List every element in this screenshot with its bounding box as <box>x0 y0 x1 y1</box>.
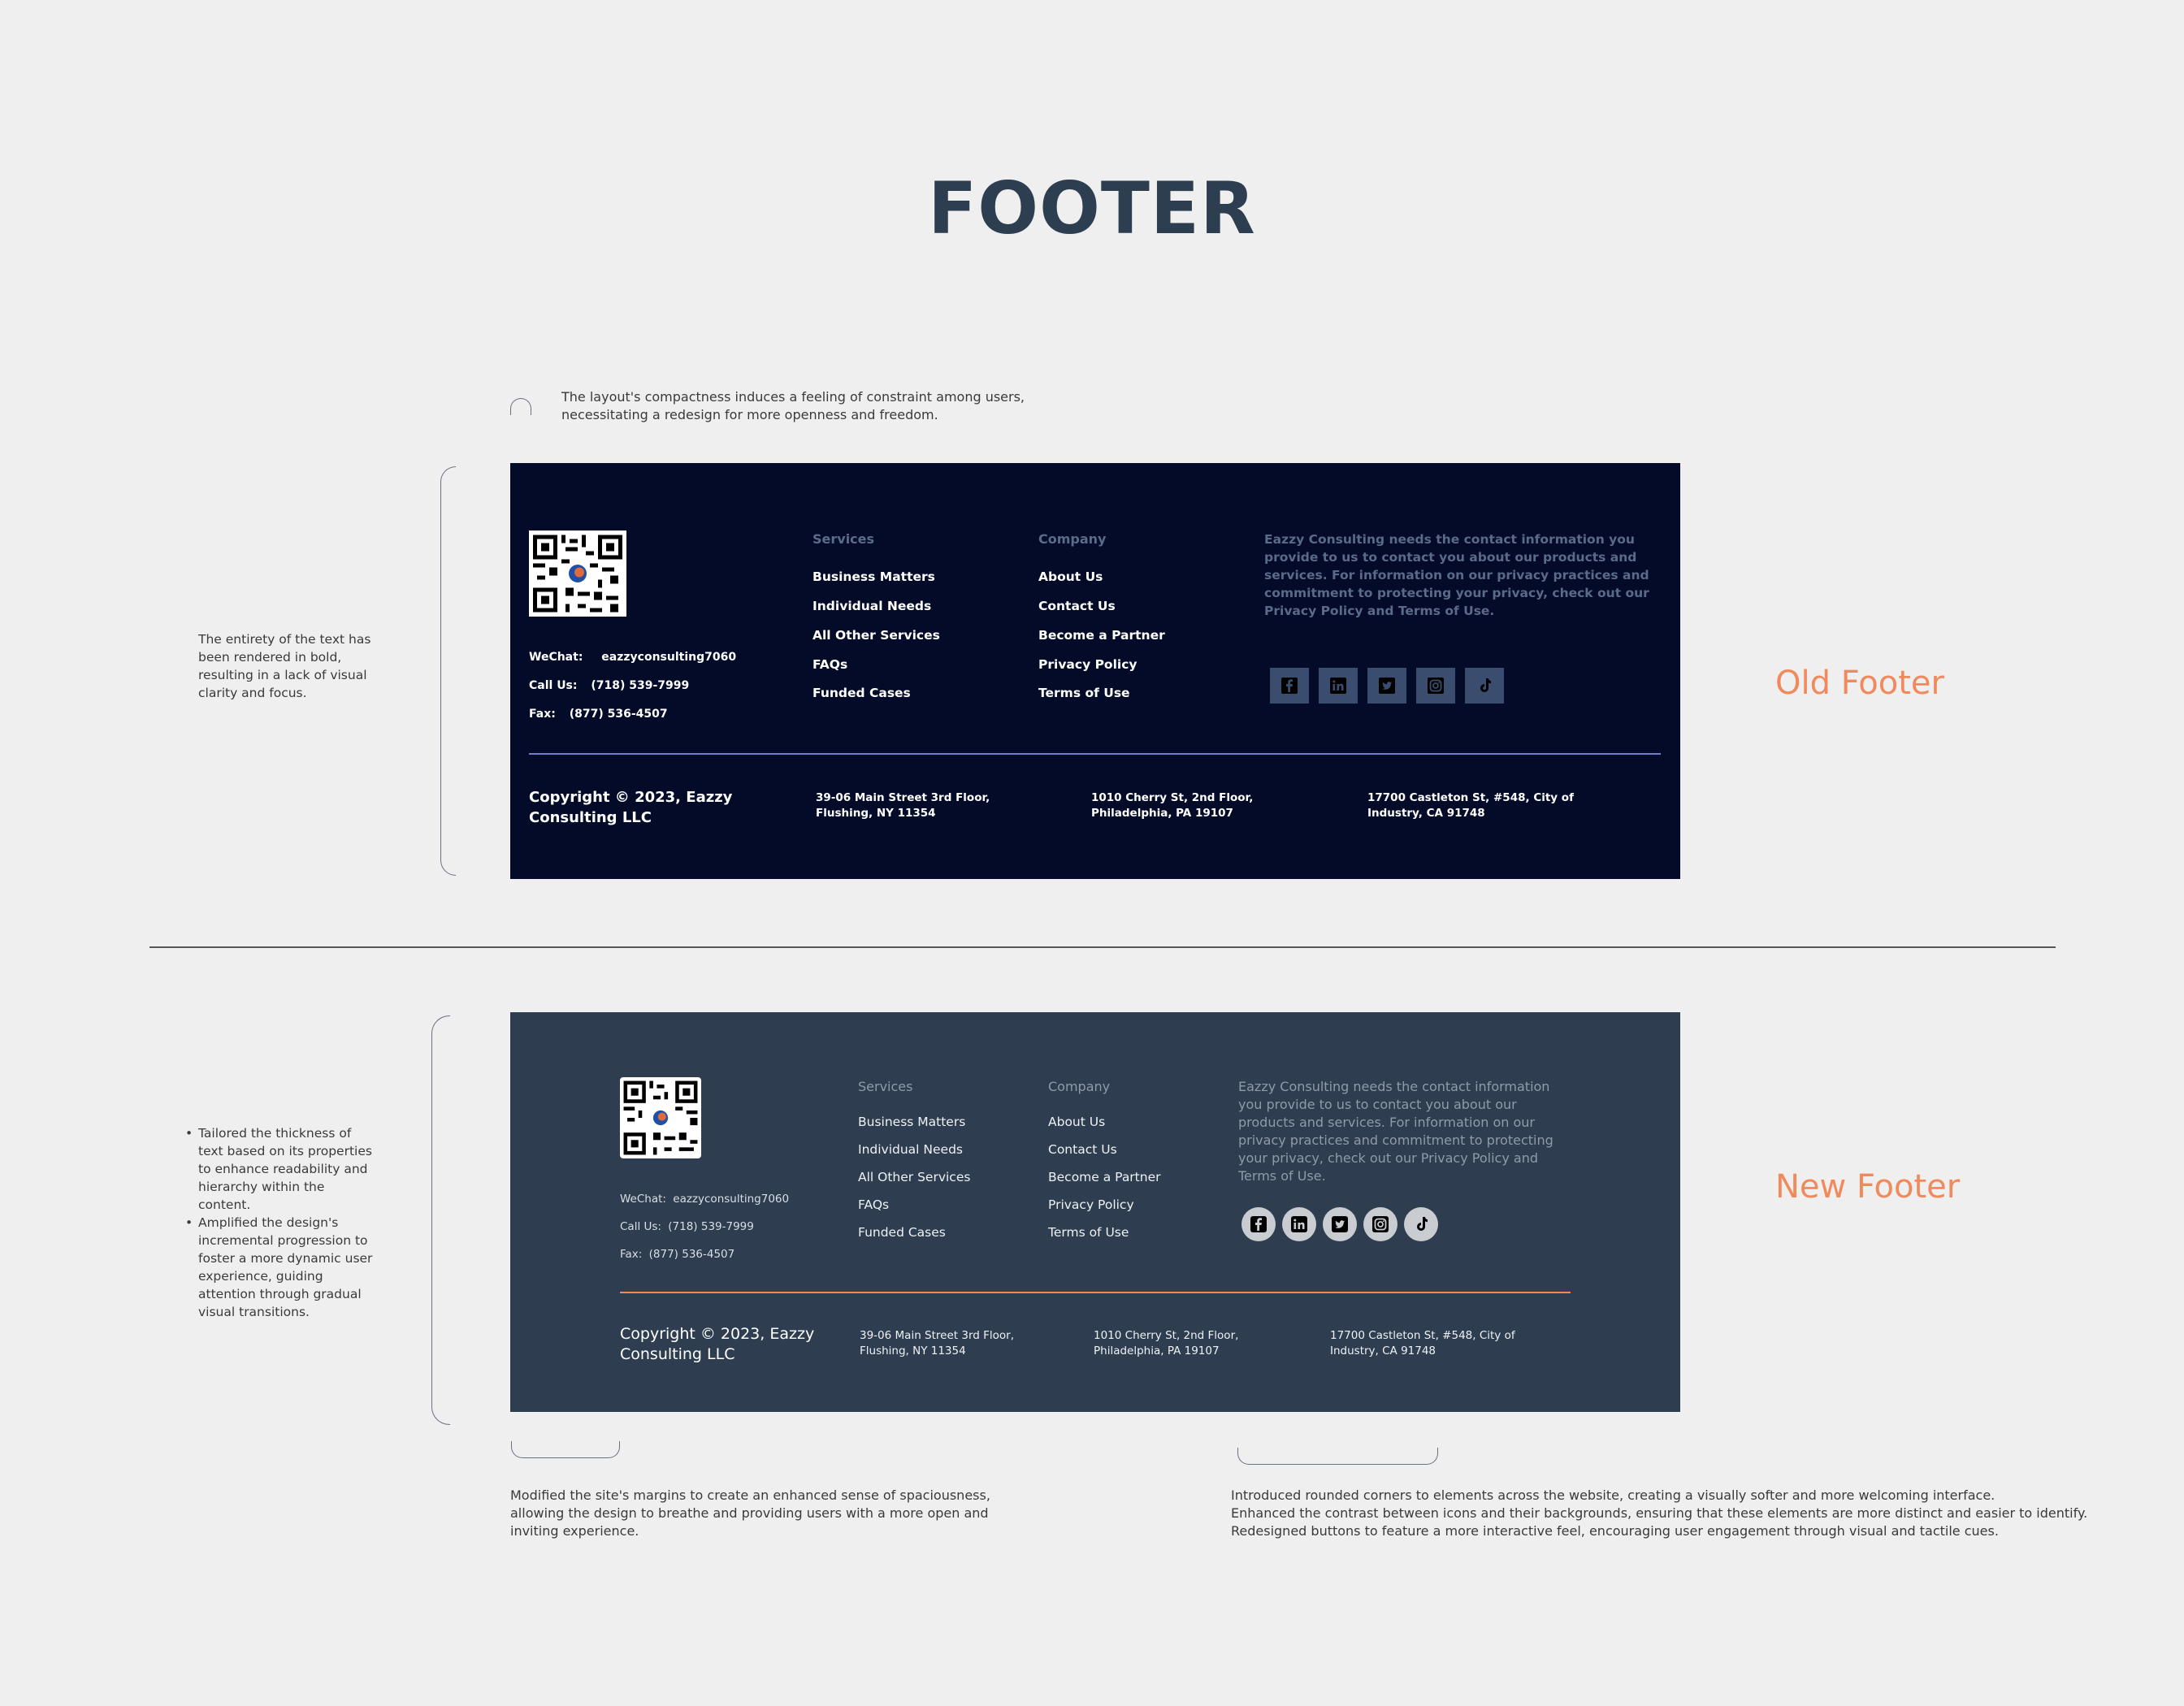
note-bullets: • Tailored the thickness of text based o… <box>185 1124 372 1321</box>
phone-line: Call Us: (718) 539-7999 <box>529 679 690 692</box>
address: 1010 Cherry St, 2nd Floor, Philadelphia,… <box>1091 791 1254 820</box>
services-link[interactable]: Individual Needs <box>858 1142 963 1157</box>
company-link[interactable]: Become a Partner <box>1048 1170 1161 1184</box>
phone-line: Call Us: (718) 539-7999 <box>620 1220 754 1233</box>
company-link[interactable]: Contact Us <box>1038 599 1116 613</box>
note-corners: Introduced rounded corners to elements a… <box>1231 1487 2088 1539</box>
services-link[interactable]: Business Matters <box>812 569 935 584</box>
address: 1010 Cherry St, 2nd Floor, Philadelphia,… <box>1094 1329 1239 1357</box>
old-footer: WeChat: eazzyconsulting7060 Call Us: (71… <box>510 463 1680 879</box>
address: 17700 Castleton St, #548, City of Indust… <box>1330 1329 1515 1357</box>
services-link[interactable]: FAQs <box>858 1197 889 1212</box>
annotation-bracket <box>510 398 531 415</box>
wechat-line: WeChat: eazzyconsulting7060 <box>529 651 737 664</box>
copyright: Copyright © 2023, Eazzy Consulting LLC <box>529 789 733 826</box>
twitter-icon[interactable] <box>1323 1207 1357 1241</box>
bullet-item: • Amplified the design's incremental pro… <box>185 1215 373 1319</box>
company-link[interactable]: Privacy Policy <box>1038 657 1138 672</box>
fax-line: Fax: (877) 536-4507 <box>529 708 668 721</box>
instagram-icon[interactable] <box>1363 1207 1398 1241</box>
address: 17700 Castleton St, #548, City of Indust… <box>1367 791 1574 820</box>
company-link[interactable]: Terms of Use <box>1038 686 1130 700</box>
note-compactness: The layout's compactness induces a feeli… <box>561 389 1025 422</box>
annotation-bracket <box>1237 1448 1438 1465</box>
page-title: FOOTER <box>928 167 1256 250</box>
new-footer: WeChat: eazzyconsulting7060 Call Us: (71… <box>510 1012 1680 1412</box>
services-heading: Services <box>812 531 875 547</box>
company-heading: Company <box>1048 1079 1111 1094</box>
instagram-icon[interactable] <box>1416 668 1455 704</box>
services-heading: Services <box>858 1079 913 1094</box>
tiktok-icon[interactable] <box>1465 668 1504 704</box>
qr-code <box>620 1077 701 1158</box>
annotation-bracket <box>511 1441 620 1458</box>
old-footer-label: Old Footer <box>1775 665 1944 702</box>
facebook-icon[interactable] <box>1270 668 1309 704</box>
company-link[interactable]: Terms of Use <box>1048 1225 1129 1240</box>
services-link[interactable]: Funded Cases <box>858 1225 946 1240</box>
linkedin-icon[interactable] <box>1319 668 1358 704</box>
annotation-bracket <box>440 466 456 876</box>
company-heading: Company <box>1038 531 1107 547</box>
facebook-icon[interactable] <box>1242 1207 1276 1241</box>
services-link[interactable]: Business Matters <box>858 1115 965 1129</box>
wechat-line: WeChat: eazzyconsulting7060 <box>620 1193 790 1206</box>
new-footer-label: New Footer <box>1775 1168 1961 1206</box>
company-link[interactable]: About Us <box>1048 1115 1105 1129</box>
address: 39-06 Main Street 3rd Floor, Flushing, N… <box>860 1329 1014 1357</box>
services-link[interactable]: FAQs <box>812 657 847 672</box>
privacy-text: Eazzy Consulting needs the contact infor… <box>1238 1079 1554 1184</box>
company-link[interactable]: Contact Us <box>1048 1142 1117 1157</box>
copyright: Copyright © 2023, Eazzy Consulting LLC <box>620 1325 815 1363</box>
twitter-icon[interactable] <box>1367 668 1406 704</box>
company-link[interactable]: Privacy Policy <box>1048 1197 1134 1212</box>
footer-divider <box>529 753 1661 755</box>
linkedin-icon[interactable] <box>1282 1207 1316 1241</box>
services-link[interactable]: Individual Needs <box>812 599 931 613</box>
services-link[interactable]: All Other Services <box>858 1170 970 1184</box>
fax-line: Fax: (877) 536-4507 <box>620 1248 735 1261</box>
footer-divider <box>620 1292 1571 1293</box>
tiktok-icon[interactable] <box>1404 1207 1438 1241</box>
note-bold-text: The entirety of the text has been render… <box>198 632 371 700</box>
company-link[interactable]: Become a Partner <box>1038 628 1165 643</box>
privacy-text: Eazzy Consulting needs the contact infor… <box>1264 532 1649 618</box>
qr-code <box>529 530 626 617</box>
address: 39-06 Main Street 3rd Floor, Flushing, N… <box>816 791 990 820</box>
annotation-bracket <box>431 1015 450 1425</box>
services-link[interactable]: All Other Services <box>812 628 940 643</box>
note-margins: Modified the site's margins to create an… <box>510 1487 990 1539</box>
bullet-item: • Tailored the thickness of text based o… <box>185 1126 372 1212</box>
company-link[interactable]: About Us <box>1038 569 1103 584</box>
section-divider <box>150 946 2056 948</box>
services-link[interactable]: Funded Cases <box>812 686 911 700</box>
